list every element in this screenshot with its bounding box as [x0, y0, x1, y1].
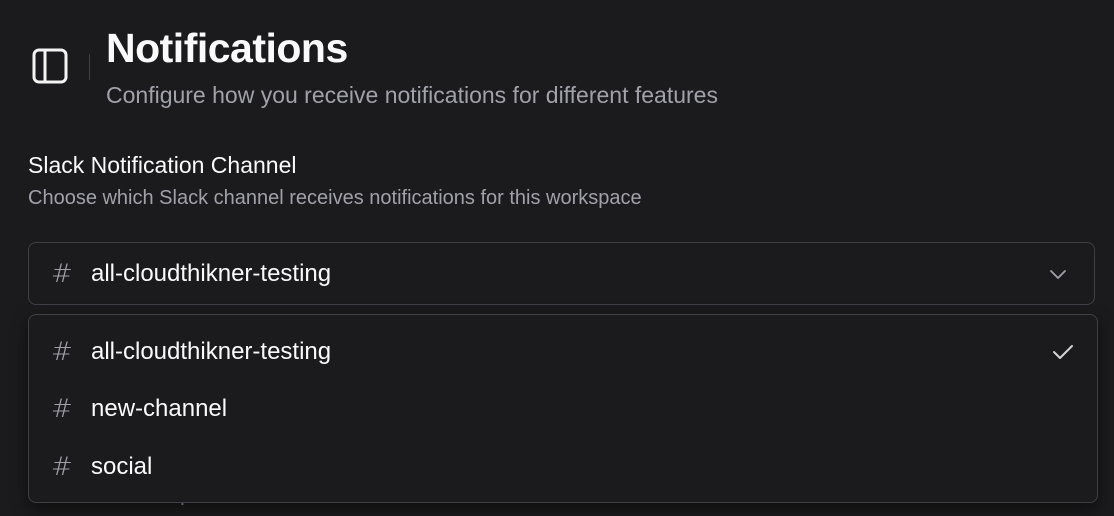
hash-icon: #: [51, 451, 73, 482]
channel-option[interactable]: # new-channel: [29, 381, 1097, 439]
selected-channel-value: all-cloudthikner-testing: [91, 259, 332, 287]
sidebar-toggle-button[interactable]: [28, 44, 72, 88]
chevron-down-icon: [1050, 270, 1066, 279]
channel-option-label: all-cloudthikner-testing: [91, 337, 332, 365]
hash-icon: #: [51, 394, 73, 425]
channel-option[interactable]: # all-cloudthikner-testing: [29, 323, 1097, 381]
page-title: Notifications: [106, 25, 348, 71]
panel-left-icon: [32, 48, 68, 84]
page-subtitle: Configure how you receive notifications …: [106, 82, 718, 108]
header-divider: [89, 54, 90, 80]
notifications-settings-page: Notifications Configure how you receive …: [0, 0, 1114, 516]
slack-channel-select[interactable]: # all-cloudthikner-testing: [28, 242, 1095, 305]
channel-option-label: social: [91, 452, 153, 480]
hash-icon: #: [51, 258, 73, 289]
slack-channel-dropdown: # all-cloudthikner-testing # new-channel…: [28, 314, 1098, 503]
hash-icon: #: [51, 336, 73, 367]
channel-option-label: new-channel: [91, 395, 228, 423]
slack-section-description: Choose which Slack channel receives noti…: [28, 187, 642, 209]
slack-section-title: Slack Notification Channel: [28, 152, 297, 178]
check-icon: [1053, 345, 1073, 359]
channel-option[interactable]: # social: [29, 438, 1097, 496]
